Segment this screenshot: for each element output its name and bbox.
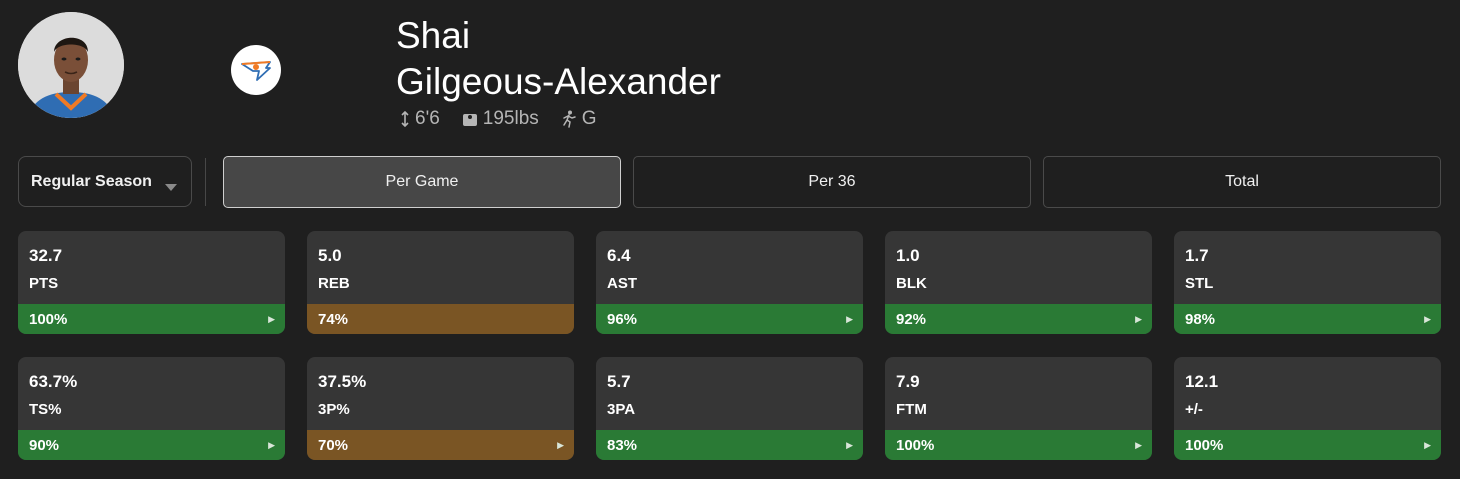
stat-value: 32.7 [29, 246, 63, 265]
stat-label: 3P% [318, 401, 350, 418]
play-arrow-icon[interactable]: ▶ [1135, 440, 1142, 451]
tab-total[interactable]: Total [1043, 156, 1441, 208]
player-first-name: Shai [396, 15, 471, 56]
stat-label: FTM [896, 401, 927, 418]
play-arrow-icon[interactable]: ▶ [1424, 314, 1431, 325]
percentile-value: 96% [607, 310, 638, 328]
percentile-value: 98% [1185, 310, 1216, 328]
player-last-name: Gilgeous-Alexander [396, 61, 721, 102]
stat-value: 12.1 [1185, 372, 1219, 391]
stat-label: BLK [896, 275, 927, 292]
tab-label: Total [1225, 173, 1259, 190]
weight-info: 195lbs [462, 108, 539, 130]
stat-value: 5.0 [318, 246, 342, 265]
weight-icon [462, 111, 478, 127]
stat-card-blk[interactable]: 1.0 BLK 92% ▶ [885, 231, 1152, 334]
stat-value: 63.7% [29, 372, 78, 391]
percentile-bar[interactable]: 100% ▶ [1174, 430, 1441, 460]
position-value: G [581, 108, 597, 129]
weight-value: 195lbs [482, 108, 539, 129]
stat-value: 1.0 [896, 246, 920, 265]
play-arrow-icon[interactable]: ▶ [846, 314, 853, 325]
stat-label: AST [607, 275, 637, 292]
stat-label: REB [318, 275, 350, 292]
height-icon [400, 111, 410, 127]
controls-divider [205, 158, 206, 206]
stat-card-stl[interactable]: 1.7 STL 98% ▶ [1174, 231, 1441, 334]
stat-card-plus-minus[interactable]: 12.1 +/- 100% ▶ [1174, 357, 1441, 460]
stat-card-pts[interactable]: 32.7 PTS 100% ▶ [18, 231, 285, 334]
stat-card-reb[interactable]: 5.0 REB 74% ▶ [307, 231, 574, 334]
player-profile: Shai Gilgeous-Alexander 6'6 195lbs G Reg… [0, 0, 1460, 479]
tab-label: Per Game [385, 173, 459, 190]
percentile-value: 83% [607, 436, 638, 454]
percentile-bar[interactable]: 100% ▶ [18, 304, 285, 334]
percentile-value: 100% [1185, 436, 1224, 454]
play-arrow-icon[interactable]: ▶ [1135, 314, 1142, 325]
stat-value: 6.4 [607, 246, 631, 265]
percentile-bar[interactable]: 90% ▶ [18, 430, 285, 460]
season-select[interactable]: Regular Season [18, 156, 192, 207]
team-logo[interactable] [231, 45, 281, 95]
percentile-value: 70% [318, 436, 349, 454]
stat-label: 3PA [607, 401, 636, 418]
play-arrow-icon[interactable]: ▶ [846, 440, 853, 451]
tab-per-game[interactable]: Per Game [223, 156, 621, 208]
stat-label: STL [1185, 275, 1214, 292]
player-meta: 6'6 195lbs G [400, 108, 619, 130]
height-value: 6'6 [415, 108, 440, 129]
stat-card-ast[interactable]: 6.4 AST 96% ▶ [596, 231, 863, 334]
percentile-value: 90% [29, 436, 60, 454]
percentile-bar[interactable]: 98% ▶ [1174, 304, 1441, 334]
tab-per-36[interactable]: Per 36 [633, 156, 1031, 208]
thunder-logo-icon [241, 61, 271, 81]
stat-card-ftm[interactable]: 7.9 FTM 100% ▶ [885, 357, 1152, 460]
stat-value: 1.7 [1185, 246, 1209, 265]
stat-label: TS% [29, 401, 62, 418]
percentile-value: 74% [318, 310, 349, 328]
stat-value: 37.5% [318, 372, 367, 391]
play-arrow-icon[interactable]: ▶ [557, 440, 564, 451]
percentile-bar[interactable]: 83% ▶ [596, 430, 863, 460]
stat-card-ts[interactable]: 63.7% TS% 90% ▶ [18, 357, 285, 460]
play-arrow-icon[interactable]: ▶ [268, 440, 275, 451]
percentile-bar[interactable]: 74% ▶ [307, 304, 574, 334]
stat-label: +/- [1185, 401, 1203, 418]
percentile-bar[interactable]: 100% ▶ [885, 430, 1152, 460]
chevron-down-icon [165, 178, 177, 196]
stat-label: PTS [29, 275, 59, 292]
player-avatar [18, 12, 124, 118]
stat-card-3p[interactable]: 37.5% 3P% 70% ▶ [307, 357, 574, 460]
position-info: G [561, 108, 597, 130]
stat-value: 5.7 [607, 372, 631, 391]
percentile-value: 92% [896, 310, 927, 328]
stat-value: 7.9 [896, 372, 920, 391]
height-info: 6'6 [400, 108, 440, 130]
play-arrow-icon[interactable]: ▶ [268, 314, 275, 325]
percentile-bar[interactable]: 96% ▶ [596, 304, 863, 334]
play-arrow-icon[interactable]: ▶ [1424, 440, 1431, 451]
tab-label: Per 36 [808, 173, 856, 190]
percentile-value: 100% [896, 436, 935, 454]
running-person-icon [561, 110, 577, 128]
percentile-bar[interactable]: 92% ▶ [885, 304, 1152, 334]
season-select-value: Regular Season [31, 172, 152, 190]
percentile-bar[interactable]: 70% ▶ [307, 430, 574, 460]
percentile-value: 100% [29, 310, 68, 328]
stat-card-3pa[interactable]: 5.7 3PA 83% ▶ [596, 357, 863, 460]
